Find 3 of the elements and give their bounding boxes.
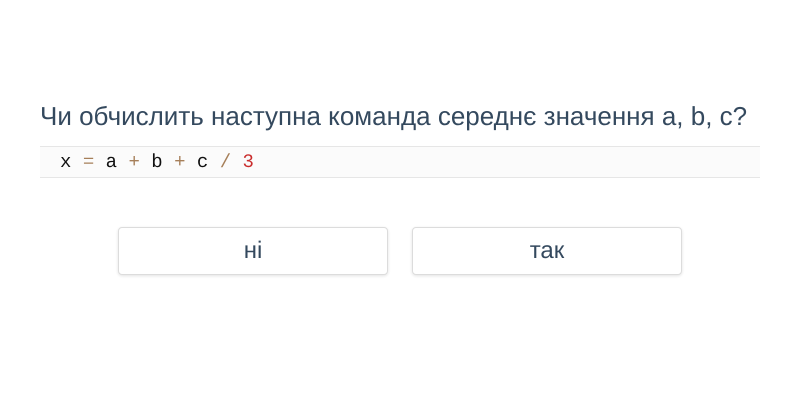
- question-text: Чи обчислить наступна команда середнє значення a, b, c?: [40, 100, 748, 133]
- answer-button[interactable]: ні: [118, 227, 388, 275]
- answer-button[interactable]: так: [412, 227, 682, 275]
